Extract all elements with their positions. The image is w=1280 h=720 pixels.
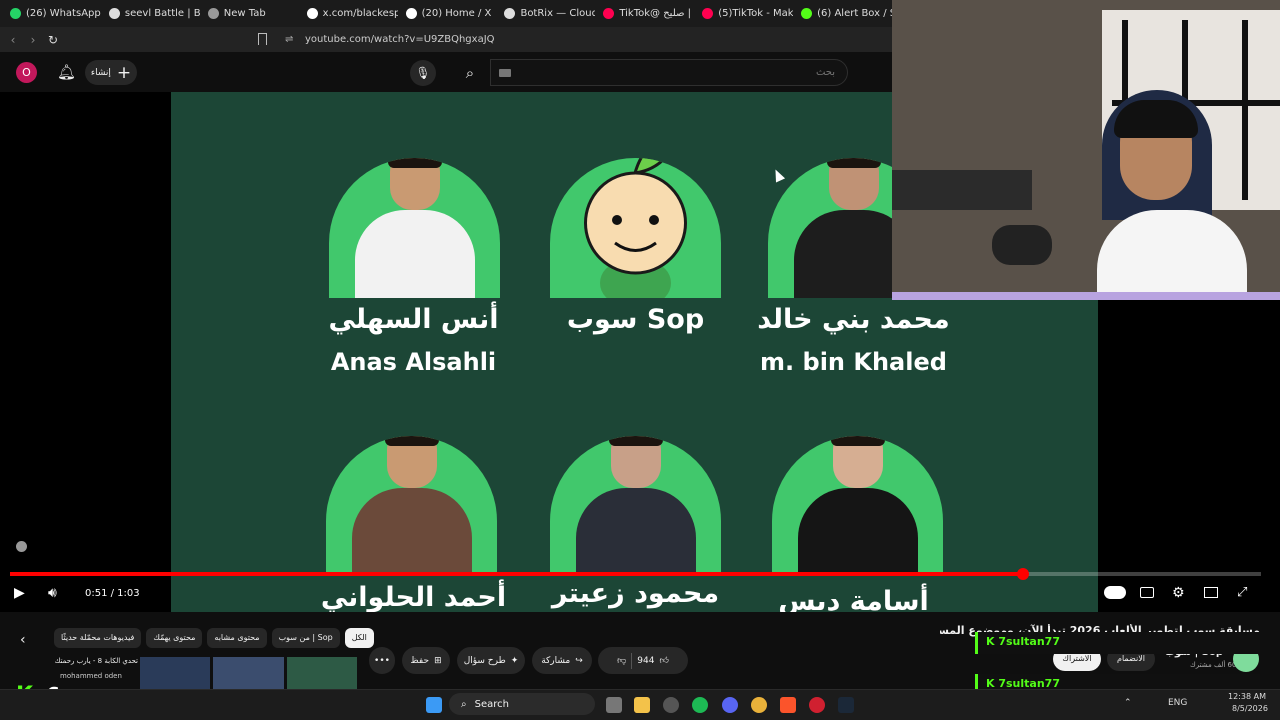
person-name-ar: أحمد الحلواني [320,582,507,612]
dislike-icon[interactable]: 👎︎ [617,656,626,666]
person-photo [326,436,497,576]
tray-overflow-icon[interactable]: ⌃ [1124,698,1132,708]
site-info-icon[interactable]: ⇌ [285,34,293,45]
file-explorer-icon[interactable] [634,697,650,713]
webcam-overlay [892,0,1280,300]
chip-recent-uploads[interactable]: فيديوهات محمّلة حديثًا [54,628,142,648]
reload-icon[interactable]: ↻ [46,33,60,47]
save-button[interactable]: حفظ ⊞ [402,647,450,674]
filter-chips: فيديوهات محمّلة حديثًا محتوى يهمّك محتوى… [54,628,374,648]
obs-icon[interactable] [809,697,825,713]
browser-tab[interactable]: BotRix — Cloud St [498,0,595,27]
captions-icon[interactable] [1140,587,1154,598]
shield-icon [207,8,219,19]
autoplay-toggle[interactable] [1104,586,1126,599]
chat-message: K 7sultan77 [975,632,1260,654]
person-photo [550,436,721,576]
sparkle-icon: ✦ [510,655,519,666]
task-view-icon[interactable] [606,697,622,713]
progress-fill [10,572,1024,576]
person-photo [772,436,943,576]
person-name-ar: محمود زعيتر [551,578,720,609]
bookmark-icon[interactable] [258,33,267,45]
taskbar-search[interactable]: ⌕ Search [449,693,595,715]
recent-event: تحدي الكابة 8 - يارب رحمتك [54,657,138,665]
time-display: 0:51 / 1:03 [85,588,140,599]
windows-start-icon[interactable] [426,697,442,713]
settings-gear-icon[interactable]: ⚙ [1172,585,1185,601]
url-field[interactable]: youtube.com/watch?v=U9ZBQhgxaJQ [305,34,495,45]
browser-tab[interactable]: (5)TikTok - Make Yo [696,0,793,27]
chip-related[interactable]: محتوى مشابه [207,628,267,648]
chip-all[interactable]: الكل [344,628,374,648]
sop-mascot [550,158,721,298]
share-icon: ↪ [575,655,583,666]
person-name-ar: محمد بني خالد [757,304,950,335]
clock-date[interactable]: 8/5/2026 [1232,704,1268,713]
avatar[interactable]: O [16,62,37,83]
address-bar: ‹ › ↻ ⇌ youtube.com/watch?v=U9ZBQhgxaJQ [0,27,892,52]
like-dislike-group: 👎︎ 944 👍︎ [598,647,688,674]
related-thumbnails[interactable] [140,657,357,690]
browser-tab[interactable]: seevl Battle | BotRi [103,0,200,27]
steam-icon[interactable] [838,697,854,713]
kick-icon: K [986,635,999,648]
chrome-icon[interactable] [751,697,767,713]
browser-tab[interactable]: TikTok@ صليح | [597,0,694,27]
browser-tab[interactable]: (6) Alert Box / S [795,0,892,27]
chip-from-channel[interactable]: من سوب | Sop [271,628,340,648]
person-name-ar: سوب Sop [566,304,705,335]
back-icon[interactable]: ‹ [6,33,20,47]
plus-icon: + [116,62,132,83]
search-box [490,59,848,86]
tiktok-icon [603,8,615,19]
streamlabs-icon [801,8,813,19]
browser-tab[interactable]: (26) WhatsApp [4,0,101,27]
fullscreen-icon[interactable]: ⤢ [1237,585,1247,600]
clock-time[interactable]: 12:38 AM [1228,692,1266,701]
tiktok-icon [702,8,714,19]
browser-tab[interactable]: x.com/blackesports [301,0,398,27]
browser-tab-bar: (26) WhatsApp seevl Battle | BotRi New T… [0,0,892,27]
person-name-en: Anas Alsahli [330,348,497,376]
recent-user: mohammed oden [60,672,122,680]
browser-tab[interactable]: New Tab [202,0,299,27]
share-button[interactable]: مشاركة ↪ [532,647,592,674]
ask-button[interactable]: طرح سؤال ✦ [457,647,525,674]
botrix-icon [108,8,120,19]
search-input[interactable] [491,60,847,85]
miniplayer-icon[interactable] [1204,587,1218,598]
botrix-icon [504,8,516,19]
chips-prev-icon[interactable]: ‹ [20,632,26,648]
keyboard-icon[interactable] [499,69,511,77]
voice-search-mic-icon[interactable]: 🎙︎ [410,60,436,86]
person-photo [329,158,500,298]
notifications-bell-icon[interactable]: 🔔︎ [57,63,76,81]
video-progress-bar[interactable] [10,568,1261,580]
github-icon[interactable] [663,697,679,713]
person-name-ar: أسامة دبس [778,586,929,612]
search-icon: ⌕ [461,698,467,710]
like-icon[interactable]: 👍︎ [659,656,668,666]
volume-icon[interactable]: 🔊︎ [48,585,57,601]
search-icon[interactable]: ⌕ [452,60,488,86]
person-name-en: m. bin Khaled [760,348,947,376]
spotify-icon[interactable] [692,697,708,713]
more-actions-icon[interactable]: ••• [369,647,395,674]
create-button[interactable]: إنشاء + [85,60,137,85]
x-icon [405,8,417,19]
forward-icon[interactable]: › [26,33,40,47]
browser-tab[interactable]: (20) Home / X [400,0,497,27]
language-indicator[interactable]: ENG [1168,698,1187,708]
like-count: 944 [637,655,655,666]
whatsapp-icon [10,8,21,19]
play-icon[interactable]: ▶ [14,585,25,601]
brave-icon[interactable] [780,697,796,713]
x-icon [306,8,318,19]
person-name-ar: أنس السهلي [328,304,499,335]
loading-dot [16,541,27,552]
chip-for-you[interactable]: محتوى يهمّك [146,628,203,648]
discord-icon[interactable] [722,697,738,713]
save-icon: ⊞ [434,655,442,666]
